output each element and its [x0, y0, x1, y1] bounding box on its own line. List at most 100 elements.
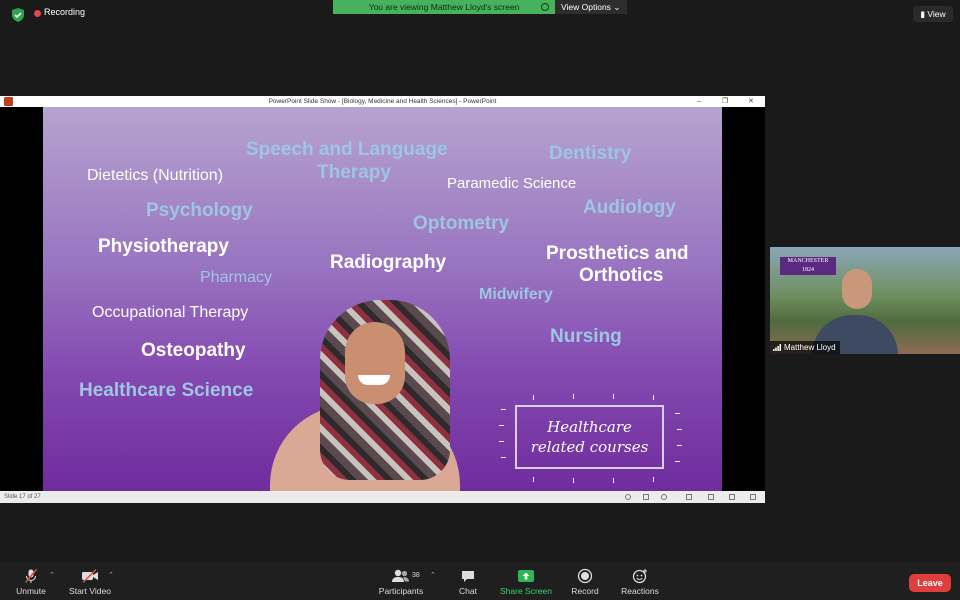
logo-line2: 1824	[802, 267, 814, 273]
chat-label: Chat	[459, 586, 477, 596]
recording-label[interactable]: Recording	[44, 7, 85, 17]
course-osteopathy: Osteopathy	[141, 340, 246, 361]
sunburst-dash	[501, 409, 506, 410]
student-face	[345, 322, 405, 404]
previous-slide-icon[interactable]	[625, 494, 631, 500]
sunburst-dash	[501, 457, 506, 458]
next-slide-icon[interactable]	[661, 494, 667, 500]
meeting-toolbar: Unmute ⌃ Start Video ⌃ Participants 38 ⌃…	[0, 562, 960, 600]
smiley-plus-icon	[632, 569, 647, 584]
sunburst-dash	[653, 395, 654, 400]
logo-line1: MANCHESTER	[787, 258, 829, 264]
restore-icon[interactable]: ❐	[722, 96, 728, 107]
student-smile	[358, 375, 390, 385]
reactions-button[interactable]: Reactions	[618, 562, 662, 596]
course-speech-therapy: Therapy	[317, 162, 391, 183]
sunburst-dash	[499, 441, 504, 442]
callout-line2: related courses	[530, 438, 649, 456]
start-video-label: Start Video	[69, 586, 111, 596]
screen-share-banner: You are viewing Matthew Lloyd's screen	[333, 0, 555, 14]
chat-button[interactable]: Chat	[452, 562, 484, 596]
ppt-window-title: PowerPoint Slide Show - [Biology, Medici…	[268, 98, 497, 105]
leave-button[interactable]: Leave	[909, 574, 951, 592]
recording-dot-icon	[34, 10, 41, 17]
ppt-title-bar: PowerPoint Slide Show - [Biology, Medici…	[0, 96, 765, 107]
unmute-button[interactable]: Unmute	[10, 562, 52, 596]
university-logo: MANCHESTER 1824	[780, 257, 836, 275]
course-prosthetics-line2: Orthotics	[579, 265, 664, 286]
share-screen-label: Share Screen	[500, 586, 552, 596]
view-button[interactable]: ▮ View	[913, 6, 953, 22]
minimize-icon[interactable]: –	[697, 96, 701, 107]
sunburst-dash	[653, 477, 654, 482]
sunburst-dash	[677, 429, 682, 430]
view-options-label: View Options	[561, 2, 611, 12]
participants-label: Participants	[378, 586, 424, 596]
sunburst-dash	[573, 478, 574, 483]
course-prosthetics-line1: Prosthetics and	[546, 243, 689, 264]
sunburst-dash	[573, 394, 574, 399]
video-options-caret-icon[interactable]: ⌃	[108, 571, 114, 579]
share-screen-icon	[518, 570, 534, 582]
course-psychology: Psychology	[146, 200, 253, 221]
course-paramedic: Paramedic Science	[447, 175, 577, 192]
course-nursing: Nursing	[550, 326, 622, 347]
reactions-label: Reactions	[621, 586, 659, 596]
callout-line1: Healthcare	[547, 418, 632, 436]
sunburst-dash	[613, 394, 614, 399]
start-video-button[interactable]: Start Video	[64, 562, 116, 596]
sunburst-dash	[675, 413, 680, 414]
record-button[interactable]: Record	[568, 562, 602, 596]
view-options-button[interactable]: View Options ⌄	[555, 0, 627, 14]
sunburst-dash	[677, 445, 682, 446]
slide-counter: Slide 17 of 27	[4, 494, 41, 500]
participant-count: 38	[412, 572, 420, 579]
security-shield-icon[interactable]	[10, 7, 26, 23]
course-audiology: Audiology	[583, 197, 676, 218]
audio-options-caret-icon[interactable]: ⌃	[49, 571, 55, 579]
microphone-muted-icon	[24, 569, 38, 583]
unmute-label: Unmute	[16, 586, 46, 596]
slide-sorter-icon[interactable]	[708, 494, 714, 500]
reading-view-icon[interactable]	[729, 494, 735, 500]
slideshow-view-icon[interactable]	[750, 494, 756, 500]
share-screen-button[interactable]: Share Screen	[498, 562, 554, 596]
sunburst-dash	[613, 478, 614, 483]
course-healthcare-science: Healthcare Science	[79, 380, 254, 401]
course-radiography: Radiography	[330, 252, 447, 273]
course-physiotherapy: Physiotherapy	[98, 236, 229, 257]
course-midwifery: Midwifery	[479, 286, 553, 303]
normal-view-icon[interactable]	[686, 494, 692, 500]
course-pharmacy: Pharmacy	[200, 269, 273, 286]
video-camera-off-icon	[82, 568, 98, 584]
participants-button[interactable]: Participants	[376, 562, 426, 596]
chat-bubble-icon	[462, 571, 474, 582]
participant-head	[842, 269, 872, 309]
banner-status-icon	[541, 3, 549, 11]
view-button-label: View	[927, 9, 946, 19]
signal-bars-icon	[773, 344, 781, 351]
record-label: Record	[571, 586, 599, 596]
course-optometry: Optometry	[413, 213, 510, 234]
sunburst-dash	[675, 461, 680, 462]
sunburst-dash	[533, 395, 534, 400]
course-dentistry: Dentistry	[549, 143, 632, 164]
close-icon[interactable]: ✕	[748, 96, 754, 107]
participant-video-tile[interactable]: MANCHESTER 1824 Matthew Lloyd	[770, 247, 960, 354]
chevron-down-icon: ⌄	[613, 2, 621, 12]
course-dietetics: Dietetics (Nutrition)	[87, 167, 224, 184]
participants-icon	[392, 569, 409, 582]
record-icon	[577, 568, 593, 584]
sunburst-dash	[499, 425, 504, 426]
slide-canvas[interactable]: Speech and Language Therapy Dentistry Di…	[43, 107, 722, 491]
participants-caret-icon[interactable]: ⌃	[430, 571, 436, 579]
share-banner-text: You are viewing Matthew Lloyd's screen	[368, 2, 520, 12]
ppt-status-bar: Slide 17 of 27	[0, 491, 765, 503]
view-layout-icon: ▮	[920, 9, 926, 19]
participant-name: Matthew Lloyd	[784, 343, 836, 352]
slide-menu-icon[interactable]	[643, 494, 649, 500]
healthcare-courses-callout: Healthcare related courses	[515, 405, 664, 469]
course-speech-language: Speech and Language	[246, 139, 448, 160]
course-occupational-therapy: Occupational Therapy	[92, 304, 249, 321]
powerpoint-icon	[4, 97, 13, 106]
